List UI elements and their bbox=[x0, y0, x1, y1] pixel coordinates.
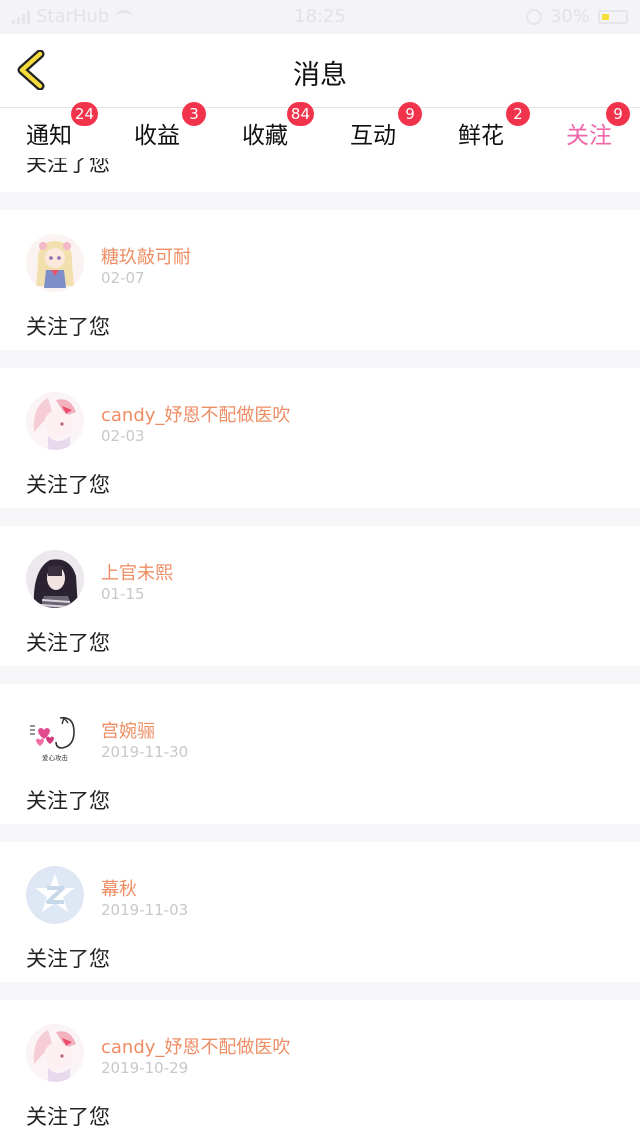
message-date: 2019-11-03 bbox=[101, 901, 189, 919]
tab-badge: 3 bbox=[182, 102, 206, 126]
message-date: 2019-11-30 bbox=[101, 743, 189, 761]
message-date: 2019-10-29 bbox=[101, 1059, 189, 1077]
tab-label: 互动 bbox=[350, 123, 396, 149]
avatar[interactable] bbox=[26, 234, 84, 292]
avatar[interactable] bbox=[26, 866, 84, 924]
message-text: 关注了您 bbox=[26, 158, 110, 176]
avatar[interactable] bbox=[26, 392, 84, 450]
dark-hair-girl-avatar-icon bbox=[26, 550, 84, 608]
anime-fox-avatar-icon bbox=[26, 392, 84, 450]
rotation-lock-icon bbox=[525, 8, 542, 25]
message-text: 关注了您 bbox=[26, 473, 110, 497]
status-right: 30% bbox=[525, 6, 628, 27]
anime-fox-avatar-icon bbox=[26, 1024, 84, 1082]
message-text: 关注了您 bbox=[26, 1105, 110, 1129]
tab-badge: 9 bbox=[606, 102, 630, 126]
list-item[interactable]: candy_妤恩不配做医吹 2019-10-29 关注了您 bbox=[0, 1000, 640, 1139]
nav-bar: 消息 bbox=[0, 34, 640, 108]
tab-badge: 2 bbox=[506, 102, 530, 126]
avatar[interactable] bbox=[26, 550, 84, 608]
tab-follows[interactable]: 关注 9 bbox=[566, 102, 630, 162]
tab-favorites[interactable]: 收藏 84 bbox=[242, 102, 314, 150]
tab-bar: 通知 24 收益 3 收藏 84 互动 9 鲜花 2 关注 9 bbox=[0, 102, 640, 162]
message-date: 02-07 bbox=[101, 269, 145, 287]
tab-interactions[interactable]: 互动 9 bbox=[350, 102, 422, 150]
message-text: 关注了您 bbox=[26, 315, 110, 339]
tab-label: 收藏 bbox=[242, 123, 288, 149]
list-item[interactable]: 上官未熙 01-15 关注了您 bbox=[0, 526, 640, 666]
tab-badge: 24 bbox=[70, 102, 98, 126]
message-text: 关注了您 bbox=[26, 789, 110, 813]
heart-cat-sticker-avatar-icon: 爱心攻击 bbox=[26, 708, 84, 766]
tab-badge: 84 bbox=[286, 102, 314, 126]
avatar-sticker-text: 爱心攻击 bbox=[42, 753, 69, 762]
avatar[interactable]: 爱心攻击 bbox=[26, 708, 84, 766]
tab-earnings[interactable]: 收益 3 bbox=[134, 102, 206, 150]
tab-label: 通知 bbox=[26, 123, 72, 149]
list-item[interactable]: 爱心攻击 宫婉骊 2019-11-30 关注了您 bbox=[0, 684, 640, 824]
list-item[interactable]: 糖玖敲可耐 02-07 关注了您 bbox=[0, 210, 640, 350]
list-item-partial[interactable]: 关注了您 bbox=[0, 158, 640, 192]
message-date: 01-15 bbox=[101, 585, 145, 603]
qq-default-avatar-icon bbox=[26, 866, 84, 924]
tab-flowers[interactable]: 鲜花 2 bbox=[458, 102, 530, 150]
list-item[interactable]: candy_妤恩不配做医吹 02-03 关注了您 bbox=[0, 368, 640, 508]
tab-label: 鲜花 bbox=[458, 123, 504, 149]
battery-icon bbox=[598, 9, 628, 24]
battery-percent: 30% bbox=[549, 6, 590, 27]
tab-label: 收益 bbox=[134, 123, 180, 149]
user-name[interactable]: 糖玖敲可耐 bbox=[101, 243, 191, 269]
message-date: 02-03 bbox=[101, 427, 145, 445]
tab-label: 关注 bbox=[566, 123, 612, 149]
list-item[interactable]: 幕秋 2019-11-03 关注了您 bbox=[0, 842, 640, 982]
page-title: 消息 bbox=[293, 60, 347, 91]
message-text: 关注了您 bbox=[26, 947, 110, 971]
user-name[interactable]: 宫婉骊 bbox=[101, 717, 155, 743]
user-name[interactable]: 幕秋 bbox=[101, 875, 137, 901]
tab-badge: 9 bbox=[398, 102, 422, 126]
user-name[interactable]: candy_妤恩不配做医吹 bbox=[101, 1033, 290, 1059]
anime-girl-avatar-icon bbox=[26, 234, 84, 292]
message-text: 关注了您 bbox=[26, 631, 110, 655]
avatar[interactable] bbox=[26, 1024, 84, 1082]
tab-notifications[interactable]: 通知 24 bbox=[26, 102, 98, 150]
status-bar: StarHub 18:25 30% bbox=[0, 0, 640, 34]
user-name[interactable]: candy_妤恩不配做医吹 bbox=[101, 401, 290, 427]
user-name[interactable]: 上官未熙 bbox=[101, 559, 173, 585]
